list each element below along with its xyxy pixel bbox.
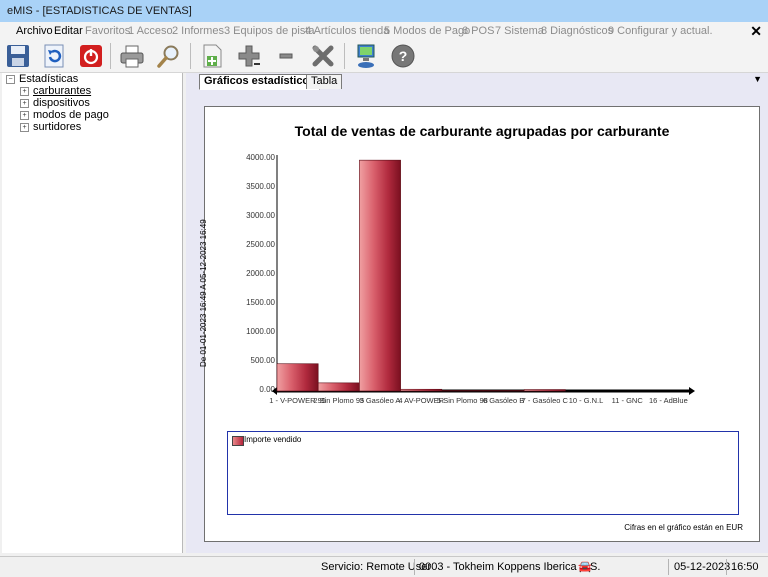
main-area: Gráficos estadísticos Tabla ▼ Total de v…	[186, 73, 768, 553]
toolbar-separator	[110, 43, 111, 69]
x-tick-label: 11 - GNC	[612, 396, 644, 405]
x-tick-label: 5 Sin Plomo 98	[437, 396, 488, 405]
network-computer-icon[interactable]	[352, 42, 380, 70]
x-tick-label: 3 Gasóleo A	[360, 396, 401, 405]
status-time: 16:50	[731, 561, 759, 573]
tree-item-label: surtidores	[33, 121, 81, 133]
chart-panel: Total de ventas de carburante agrupadas …	[204, 106, 760, 542]
toolbar-separator	[344, 43, 345, 69]
legend: Importe vendido	[227, 431, 739, 515]
menu-bar: Archivo Editar Favoritos 1 Acceso 2 Info…	[0, 22, 768, 40]
expand-icon[interactable]: +	[20, 123, 29, 132]
status-divider	[414, 559, 415, 575]
tab-tabla[interactable]: Tabla	[306, 74, 342, 89]
menu-archivo[interactable]: Archivo	[16, 25, 53, 37]
status-company: 0003 - Tokheim Koppens Iberica S.S.	[419, 561, 600, 573]
help-icon[interactable]: ?	[389, 42, 417, 70]
bar-chart: 1 - V-POWER 952 Sin Plomo 953 Gasóleo A4…	[205, 107, 759, 417]
currency-footnote: Cifras en el gráfico están en EUR	[624, 523, 743, 532]
menu-acceso[interactable]: 1 Acceso	[128, 25, 173, 37]
window-title: eMIS - [ESTADISTICAS DE VENTAS]	[7, 5, 192, 17]
expand-icon[interactable]: +	[20, 111, 29, 120]
expand-icon[interactable]: +	[20, 99, 29, 108]
undo-icon[interactable]	[40, 42, 68, 70]
tree-item-carburantes[interactable]: + carburantes	[20, 85, 91, 97]
print-icon[interactable]	[118, 42, 146, 70]
tree-item-modos-pago[interactable]: + modos de pago	[20, 109, 109, 121]
menu-pos[interactable]: 6 POS	[462, 25, 494, 37]
menu-articulos-tienda[interactable]: 4 Artículos tienda	[305, 25, 389, 37]
remove-icon[interactable]	[272, 42, 300, 70]
new-document-icon[interactable]	[198, 42, 226, 70]
tab-graficos[interactable]: Gráficos estadísticos	[199, 74, 320, 90]
x-tick-label: 7 - Gasóleo C	[522, 396, 569, 405]
tree-item-label: modos de pago	[33, 109, 109, 121]
bar-2	[318, 383, 359, 391]
menu-favoritos[interactable]: Favoritos	[85, 25, 130, 37]
tree-panel: −Estadísticas + carburantes + dispositivos…	[2, 73, 183, 553]
menu-configurar[interactable]: 9 Configurar y actual.	[608, 25, 713, 37]
menu-equipos-pista[interactable]: 3 Equipos de pista	[224, 25, 315, 37]
close-icon[interactable]: ✕	[750, 23, 762, 40]
x-axis-arrow-icon	[272, 387, 277, 395]
bar-4	[401, 389, 442, 391]
tree-item-label: dispositivos	[33, 97, 90, 109]
status-bar: Servicio: Remote User 0003 - Tokheim Kop…	[0, 556, 768, 577]
tree-root[interactable]: −Estadísticas	[6, 73, 78, 85]
tab-strip: Gráficos estadísticos Tabla ▼	[186, 73, 768, 89]
menu-informes[interactable]: 2 Informes	[172, 25, 224, 37]
toolbar-separator	[190, 43, 191, 69]
svg-text:?: ?	[399, 48, 408, 64]
collapse-icon[interactable]: −	[6, 75, 15, 84]
power-icon[interactable]	[77, 42, 105, 70]
save-icon[interactable]	[4, 42, 32, 70]
bar-3	[359, 160, 400, 391]
tree-root-label: Estadísticas	[19, 73, 78, 85]
menu-diagnosticos[interactable]: 8 Diagnósticos	[541, 25, 613, 37]
tree-item-surtidores[interactable]: + surtidores	[20, 121, 81, 133]
menu-sistema[interactable]: 7 Sistema	[495, 25, 544, 37]
x-tick-label: 2 Sin Plomo 95	[313, 396, 364, 405]
x-tick-label: 10 - G.N.L	[569, 396, 604, 405]
search-icon[interactable]	[155, 42, 183, 70]
expand-icon[interactable]: +	[20, 87, 29, 96]
bar-1	[277, 364, 318, 391]
status-divider	[726, 559, 727, 575]
car-icon: 🚘	[578, 560, 592, 573]
status-date: 05-12-2023	[674, 561, 730, 573]
title-bar: eMIS - [ESTADISTICAS DE VENTAS]	[0, 0, 768, 22]
x-tick-label: 6 Gasóleo B	[483, 396, 524, 405]
x-tick-label: 16 - AdBlue	[649, 396, 688, 405]
status-divider	[668, 559, 669, 575]
add-icon[interactable]	[235, 42, 263, 70]
legend-label: Importe vendido	[244, 435, 301, 444]
tools-icon[interactable]	[309, 42, 337, 70]
legend-swatch	[232, 436, 244, 446]
bar-7	[524, 390, 565, 391]
menu-modos-pago[interactable]: 5 Modos de Pago	[384, 25, 470, 37]
tree-item-dispositivos[interactable]: + dispositivos	[20, 97, 90, 109]
date-range-label: De 01-01-2023 16:49 A 05-12-2023 16:49	[199, 219, 208, 367]
dropdown-arrow-icon[interactable]: ▼	[753, 74, 762, 84]
x-axis-arrow-icon	[689, 387, 695, 395]
toolbar: ?	[0, 40, 768, 73]
menu-editar[interactable]: Editar	[54, 25, 83, 37]
tree-item-label: carburantes	[33, 85, 91, 97]
